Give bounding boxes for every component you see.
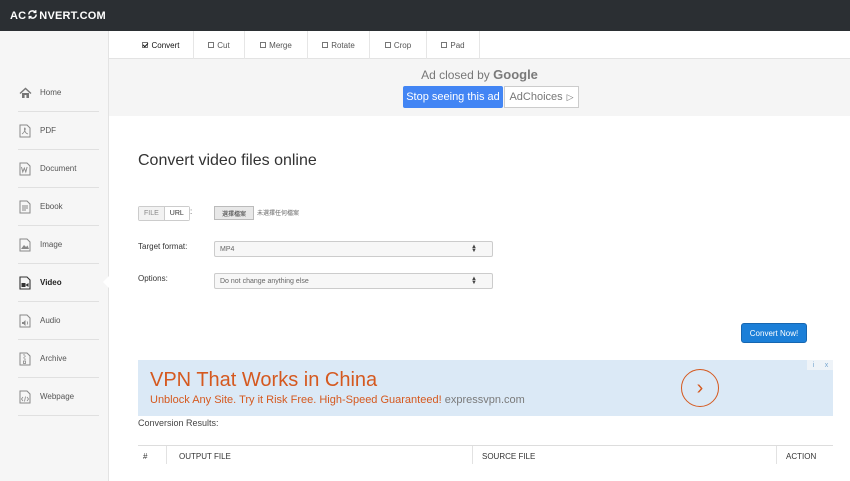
ad-domain: expressvpn.com — [444, 394, 525, 406]
column-divider — [776, 446, 777, 464]
sidebar-item-archive[interactable]: Archive — [18, 340, 99, 378]
ebook-icon — [18, 200, 32, 214]
sidebar: Home PDF Document Ebook Image Video Audi… — [0, 31, 109, 481]
sync-icon — [27, 9, 38, 23]
results-table: # OUTPUT FILE SOURCE FILE ACTION — [138, 445, 833, 481]
checkbox-icon — [384, 42, 391, 48]
target-format-value: MP4 — [220, 245, 235, 253]
sidebar-item-label: Document — [40, 164, 77, 173]
column-header-action: ACTION — [786, 452, 817, 461]
webpage-icon — [18, 390, 32, 404]
sidebar-item-video[interactable]: Video — [18, 264, 99, 302]
page-title: Convert video files online — [138, 152, 317, 169]
adchoices-button[interactable]: AdChoices ▷ — [504, 86, 579, 108]
tab-label: Rotate — [331, 40, 355, 50]
sidebar-item-ebook[interactable]: Ebook — [18, 188, 99, 226]
source-colon: : — [190, 207, 193, 216]
site-logo[interactable]: AC NVERT.COM — [10, 9, 106, 23]
url-tab[interactable]: URL — [164, 207, 189, 220]
ad-info-controls: i x — [807, 360, 833, 370]
conversion-results-label: Conversion Results: — [138, 418, 219, 428]
ad-subline-text: Unblock Any Site. Try it Risk Free. High… — [150, 394, 442, 406]
tab-label: Crop — [393, 40, 412, 50]
column-divider — [472, 446, 473, 464]
sidebar-item-document[interactable]: Document — [18, 150, 99, 188]
adchoices-label: AdChoices — [509, 91, 563, 103]
no-file-chosen-text: 未選擇任何檔案 — [257, 211, 300, 217]
active-item-pointer — [103, 275, 110, 289]
sidebar-item-label: Video — [40, 278, 62, 287]
choose-file-button[interactable]: 選擇檔案 — [214, 206, 254, 220]
ad-closed-label: Ad closed by — [421, 68, 490, 82]
column-divider — [166, 446, 167, 464]
tab-pad[interactable]: Pad — [427, 31, 480, 59]
tab-label: Cut — [217, 40, 230, 50]
tab-label: Merge — [269, 40, 292, 50]
file-tab[interactable]: FILE — [139, 207, 165, 220]
sidebar-item-label: Home — [40, 88, 62, 97]
column-header-output-file: OUTPUT FILE — [179, 452, 231, 461]
sidebar-item-home[interactable]: Home — [18, 74, 99, 112]
options-value: Do not change anything else — [220, 277, 309, 285]
tab-merge[interactable]: Merge — [245, 31, 308, 59]
archive-icon — [18, 352, 32, 366]
audio-icon — [18, 314, 32, 328]
sidebar-item-webpage[interactable]: Webpage — [18, 378, 99, 416]
ad-close-icon[interactable]: x — [820, 360, 833, 370]
tab-label: Pad — [450, 40, 465, 50]
ad-subline: Unblock Any Site. Try it Risk Free. High… — [150, 394, 525, 406]
column-header-number: # — [143, 452, 148, 461]
google-wordmark: Google — [493, 67, 538, 82]
select-arrows-icon: ▲ ▼ — [471, 276, 477, 286]
home-icon — [18, 86, 32, 100]
document-icon — [18, 162, 32, 176]
sidebar-item-pdf[interactable]: PDF — [18, 112, 99, 150]
sidebar-item-audio[interactable]: Audio — [18, 302, 99, 340]
sidebar-item-label: Ebook — [40, 202, 63, 211]
sidebar-item-label: PDF — [40, 126, 56, 135]
logo-text-prefix: AC — [10, 10, 27, 22]
tool-tabs: Convert Cut Merge Rotate Crop Pad — [109, 31, 850, 59]
video-icon — [18, 275, 32, 290]
options-select[interactable]: Do not change anything else ▲ ▼ — [214, 273, 493, 289]
sidebar-item-label: Archive — [40, 354, 67, 363]
checkbox-icon — [260, 42, 267, 48]
chevron-right-icon[interactable]: › — [681, 369, 719, 407]
sidebar-item-label: Image — [40, 240, 63, 249]
tab-crop[interactable]: Crop — [370, 31, 427, 59]
adchoices-icon: ▷ — [566, 91, 574, 102]
ad-headline: VPN That Works in China — [150, 369, 378, 391]
target-format-select[interactable]: MP4 ▲ ▼ — [214, 241, 493, 257]
tab-cut[interactable]: Cut — [194, 31, 245, 59]
ad-info-icon[interactable]: i — [807, 360, 820, 370]
tab-convert[interactable]: Convert — [129, 31, 194, 59]
target-format-label: Target format: — [138, 242, 188, 251]
sidebar-item-label: Webpage — [40, 392, 75, 401]
stop-seeing-ad-button[interactable]: Stop seeing this ad — [403, 86, 503, 108]
ad-closed-text: Ad closed by Google — [109, 67, 850, 82]
convert-now-button[interactable]: Convert Now! — [741, 323, 807, 343]
image-icon — [18, 238, 32, 252]
checkbox-icon — [322, 42, 329, 48]
checkbox-icon — [142, 42, 149, 48]
ad-closed-banner: Ad closed by Google Stop seeing this ad … — [109, 59, 850, 116]
top-bar: AC NVERT.COM — [0, 0, 850, 31]
pdf-icon — [18, 124, 32, 138]
tab-rotate[interactable]: Rotate — [308, 31, 370, 59]
logo-text-suffix: NVERT.COM — [39, 10, 106, 22]
sidebar-item-image[interactable]: Image — [18, 226, 99, 264]
vpn-ad[interactable]: VPN That Works in China Unblock Any Site… — [138, 360, 833, 416]
checkbox-icon — [208, 42, 215, 48]
select-arrows-icon: ▲ ▼ — [471, 244, 477, 254]
options-label: Options: — [138, 274, 168, 283]
tab-label: Convert — [151, 40, 180, 50]
checkbox-icon — [441, 42, 448, 48]
source-toggle: FILE URL — [138, 206, 190, 221]
sidebar-item-label: Audio — [40, 316, 61, 325]
column-header-source-file: SOURCE FILE — [482, 452, 536, 461]
